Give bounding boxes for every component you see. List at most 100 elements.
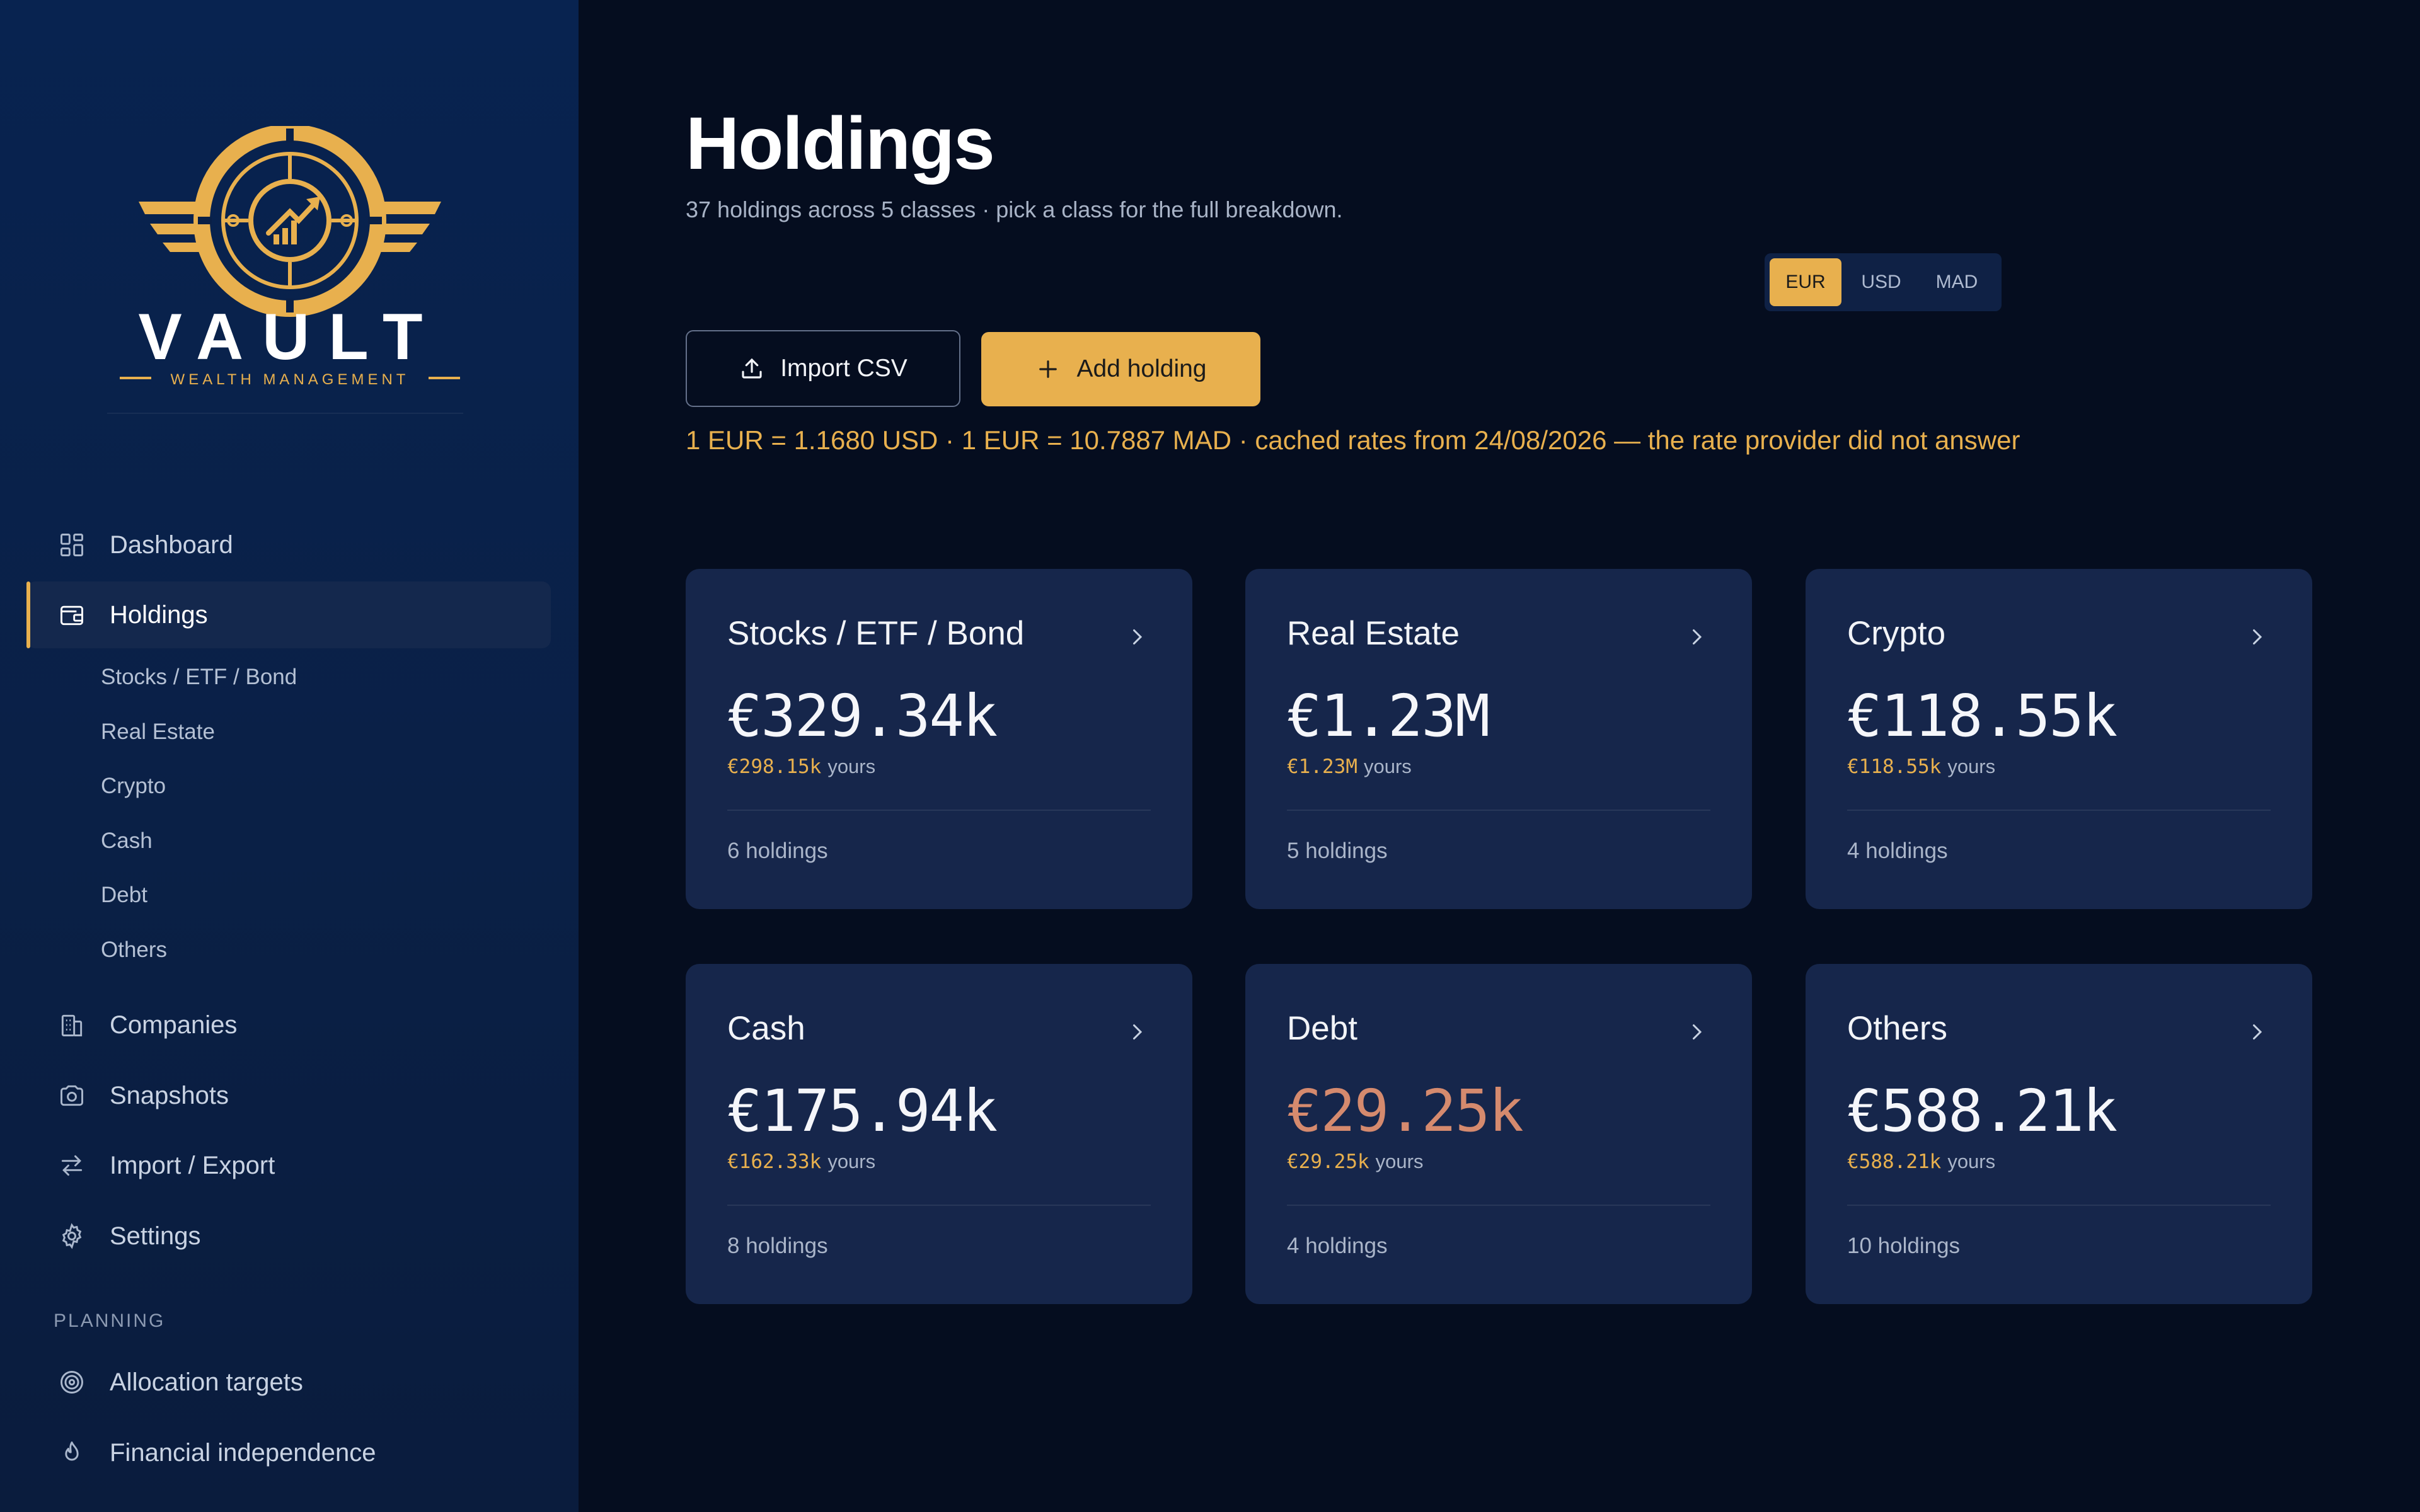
card-divider	[1287, 1205, 1710, 1206]
nav-item-settings[interactable]: Settings	[26, 1203, 551, 1269]
sub-item-cash[interactable]: Cash	[101, 822, 153, 860]
card-value: €329.34k	[727, 682, 998, 750]
card-yours: €162.33k yours	[727, 1150, 875, 1173]
card-count: 5 holdings	[1287, 839, 1388, 863]
card-count: 4 holdings	[1287, 1234, 1388, 1258]
swap-arrows-icon	[57, 1150, 87, 1181]
add-holding-label: Add holding	[1076, 355, 1207, 382]
app-root: VAULT WEALTH MANAGEMENT Dashboard Holdin…	[0, 0, 2420, 1512]
card-value: €118.55k	[1847, 682, 2118, 750]
page-title: Holdings	[686, 102, 995, 185]
sub-item-others[interactable]: Others	[101, 931, 167, 969]
sub-item-stocks[interactable]: Stocks / ETF / Bond	[101, 658, 297, 696]
card-title: Others	[1847, 1010, 1948, 1047]
card-yours-amount: €118.55k	[1847, 755, 1942, 778]
brand-tagline: WEALTH MANAGEMENT	[171, 371, 410, 388]
nav-item-holdings[interactable]: Holdings	[26, 581, 551, 648]
add-holding-button[interactable]: Add holding	[981, 332, 1260, 406]
chevron-right-icon	[2253, 1024, 2262, 1040]
card-yours-amount: €588.21k	[1847, 1150, 1942, 1173]
card-yours: €588.21k yours	[1847, 1150, 1995, 1173]
card-yours-label: yours	[1947, 755, 1996, 777]
brand-name: VAULT	[138, 301, 441, 374]
card-yours-label: yours	[1375, 1150, 1424, 1172]
card-count: 8 holdings	[727, 1234, 828, 1258]
camera-icon	[57, 1080, 87, 1111]
logo-divider	[107, 413, 463, 414]
card-yours-label: yours	[827, 1150, 876, 1172]
card-yours-amount: €1.23M	[1287, 755, 1357, 778]
card-yours: €29.25k yours	[1287, 1150, 1423, 1173]
card-yours: €118.55k yours	[1847, 755, 1995, 778]
nav-label: Financial independence	[110, 1438, 376, 1467]
nav-item-dashboard[interactable]: Dashboard	[26, 512, 551, 578]
nav-label: Settings	[110, 1222, 201, 1250]
target-icon	[57, 1367, 87, 1397]
card-value: €1.23M	[1287, 682, 1490, 750]
section-label-planning: PLANNING	[54, 1310, 166, 1331]
nav-label: Allocation targets	[110, 1368, 303, 1396]
page-subtitle: 37 holdings across 5 classes · pick a cl…	[686, 197, 1343, 222]
nav-item-allocation-targets[interactable]: Allocation targets	[26, 1349, 551, 1416]
nav-label: Snapshots	[110, 1081, 229, 1109]
card-divider	[1847, 810, 2271, 811]
card-yours-label: yours	[1947, 1150, 1996, 1172]
card-divider	[727, 1205, 1151, 1206]
import-csv-button[interactable]: Import CSV	[686, 330, 960, 407]
gear-icon	[57, 1221, 87, 1251]
card-title: Debt	[1287, 1010, 1357, 1047]
card-yours-amount: €162.33k	[727, 1150, 822, 1173]
nav-label: Import / Export	[110, 1151, 275, 1179]
building-icon	[57, 1010, 87, 1040]
sub-item-crypto[interactable]: Crypto	[101, 767, 166, 805]
sub-item-real-estate[interactable]: Real Estate	[101, 713, 215, 751]
sidebar: VAULT WEALTH MANAGEMENT Dashboard Holdin…	[0, 0, 579, 1512]
card-yours-amount: €298.15k	[727, 755, 822, 778]
card-yours: €298.15k yours	[727, 755, 875, 778]
import-csv-label: Import CSV	[780, 355, 908, 382]
vault-logo-icon: VAULT WEALTH MANAGEMENT	[120, 124, 460, 388]
card-title: Crypto	[1847, 615, 1946, 652]
card-yours-label: yours	[1363, 755, 1412, 777]
card-divider	[1287, 810, 1710, 811]
nav-label: Companies	[110, 1011, 238, 1039]
class-card-cash[interactable]: Cash €175.94k €162.33k yours 8 holdings	[686, 964, 1192, 1304]
card-yours-label: yours	[827, 755, 876, 777]
class-card-stocks[interactable]: Stocks / ETF / Bond €329.34k €298.15k you…	[686, 569, 1192, 909]
card-count: 4 holdings	[1847, 839, 1948, 863]
card-count: 6 holdings	[727, 839, 828, 863]
chevron-right-icon	[2253, 629, 2262, 644]
currency-mad-button[interactable]: MAD	[1921, 258, 1993, 306]
card-value: €588.21k	[1847, 1077, 2118, 1145]
currency-eur-button[interactable]: EUR	[1770, 258, 1841, 306]
chevron-right-icon	[1693, 629, 1702, 644]
rate-note: 1 EUR = 1.1680 USD · 1 EUR = 10.7887 MAD…	[686, 425, 2020, 455]
nav-item-companies[interactable]: Companies	[26, 992, 551, 1058]
card-divider	[1847, 1205, 2271, 1206]
sub-item-debt[interactable]: Debt	[101, 876, 147, 914]
card-title: Stocks / ETF / Bond	[727, 615, 1025, 652]
card-title: Cash	[727, 1010, 805, 1047]
brand-logo[interactable]: VAULT WEALTH MANAGEMENT	[120, 124, 460, 397]
currency-usd-button[interactable]: USD	[1845, 258, 1917, 306]
chevron-right-icon	[1133, 629, 1143, 644]
class-card-crypto[interactable]: Crypto €118.55k €118.55k yours 4 holdings	[1806, 569, 2312, 909]
nav-item-snapshots[interactable]: Snapshots	[26, 1062, 551, 1129]
card-yours: €1.23M yours	[1287, 755, 1412, 778]
chevron-right-icon	[1693, 1024, 1702, 1040]
class-card-debt[interactable]: Debt €29.25k €29.25k yours 4 holdings	[1245, 964, 1752, 1304]
flame-icon	[57, 1438, 87, 1468]
nav-item-import-export[interactable]: Import / Export	[26, 1132, 551, 1199]
class-card-real-estate[interactable]: Real Estate €1.23M €1.23M yours 5 holding…	[1245, 569, 1752, 909]
card-value: €29.25k	[1287, 1077, 1524, 1145]
grid-icon	[57, 530, 87, 560]
class-card-others[interactable]: Others €588.21k €588.21k yours 10 holding…	[1806, 964, 2312, 1304]
upload-icon	[742, 358, 762, 379]
nav-label: Holdings	[110, 600, 208, 629]
card-divider	[727, 810, 1151, 811]
card-title: Real Estate	[1287, 615, 1460, 652]
nav-item-financial-independence[interactable]: Financial independence	[26, 1419, 551, 1486]
nav-label: Dashboard	[110, 530, 233, 559]
card-count: 10 holdings	[1847, 1234, 1961, 1258]
card-yours-amount: €29.25k	[1287, 1150, 1369, 1173]
